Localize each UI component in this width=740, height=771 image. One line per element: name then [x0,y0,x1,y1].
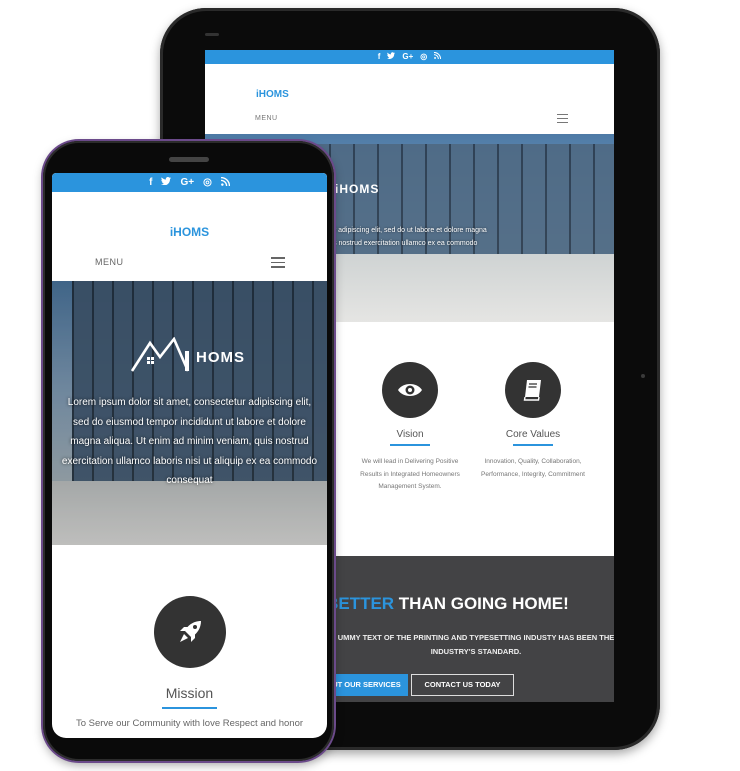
cta-headline: S BETTER THAN GOING HOME! [310,594,569,613]
contact-button[interactable]: CONTACT US TODAY [411,674,514,696]
menu-label[interactable]: MENU [255,115,278,122]
dribbble-icon[interactable]: ◎ [420,50,427,64]
rss-icon[interactable] [434,50,442,64]
facebook-icon[interactable]: f [149,177,152,188]
hero-logo: iHOMS [311,180,379,196]
feature-description: We will lead in Delivering Positive Resu… [360,458,460,490]
social-bar: f G+ ◎ [52,173,327,192]
hero-banner: HOMS Lorem ipsum dolor sit amet, consect… [52,281,327,545]
rss-icon[interactable] [220,176,230,189]
mission-description: To Serve our Community with love Respect… [75,718,304,729]
eye-icon [382,362,438,418]
site-logo[interactable]: iHOMS [256,89,289,100]
feature-core-values: Core Values Innovation, Quality, Collabo… [478,362,588,481]
facebook-icon[interactable]: f [378,50,381,64]
dribbble-icon[interactable]: ◎ [203,177,212,188]
google-plus-icon[interactable]: G+ [402,50,413,64]
logo-name: HOMS [173,225,210,239]
mission-title: Mission [165,685,214,701]
twitter-icon[interactable] [387,50,396,64]
phone-speaker [169,157,209,162]
google-plus-icon[interactable]: G+ [180,177,194,188]
feature-title: Core Values [505,429,561,440]
cta-subtext: UMMY TEXT OF THE PRINTING AND TYPESETTIN… [337,633,614,656]
feature-vision: Vision We will lead in Delivering Positi… [355,362,465,494]
feature-description: Innovation, Quality, Collaboration, Perf… [481,458,585,478]
hamburger-icon[interactable] [557,114,568,123]
phone-screen: f G+ ◎ iHOMS MENU HOMS Lorem ipsum dolor… [52,173,327,738]
tablet-home-dot [641,374,645,378]
hero-logo: HOMS [130,337,260,377]
tablet-camera [205,33,219,36]
hero-text: Lorem ipsum dolor sit amet, consectetur … [61,397,318,486]
hamburger-icon[interactable] [271,257,285,269]
rocket-icon [153,596,226,668]
site-logo[interactable]: iHOMS [52,225,327,239]
book-icon [505,362,561,418]
feature-mission: Mission To Serve our Community with love… [52,596,327,729]
menu-label[interactable]: MENU [95,257,124,267]
feature-title: Vision [396,429,424,440]
services-button[interactable]: UT OUR SERVICES [325,674,408,696]
social-bar: f G+ ◎ [205,50,614,64]
twitter-icon[interactable] [161,177,172,188]
logo-name: HOMS [258,89,289,100]
